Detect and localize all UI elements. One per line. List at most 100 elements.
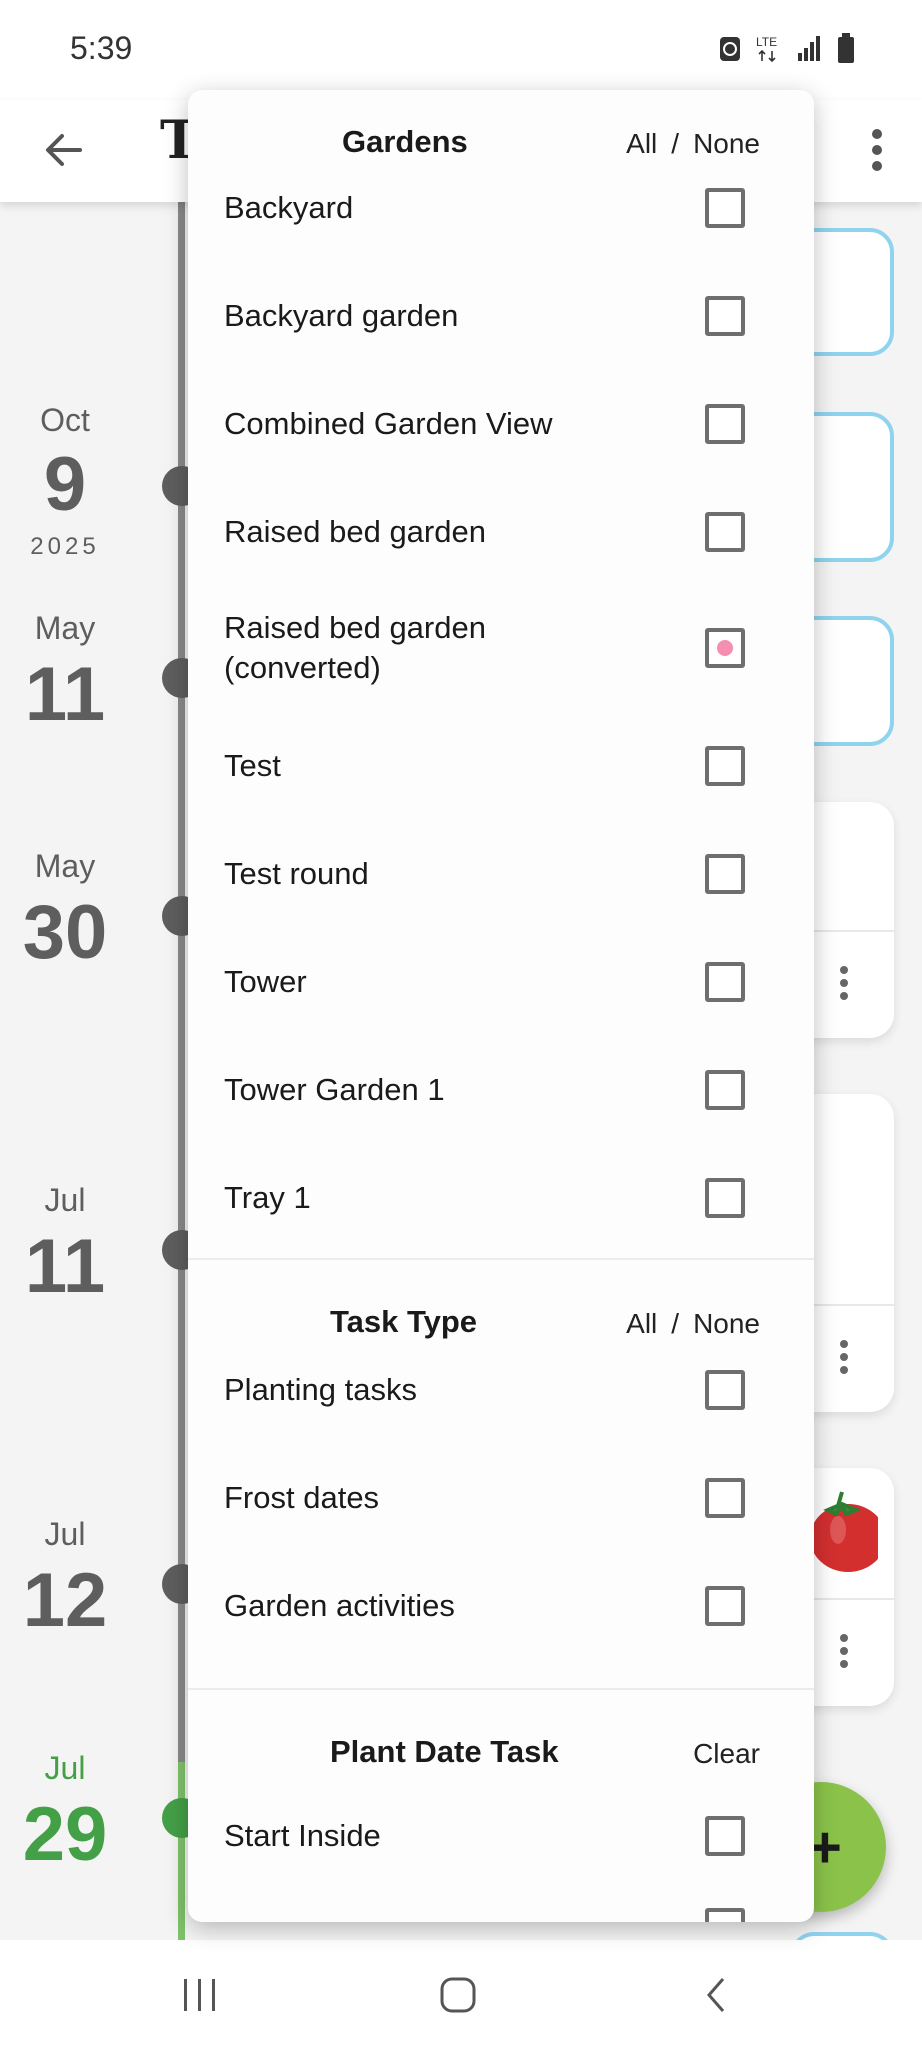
option-checkbox[interactable] [705,512,745,552]
task-type-option-garden-activities[interactable]: Garden activities [188,1556,814,1656]
timeline-date: Jul 11 [0,1182,130,1305]
option-label: Tower Garden 1 [224,1072,445,1107]
home-icon [440,1977,476,2013]
date-year: 2025 [30,533,100,560]
more-vert-icon [872,129,882,171]
option-checkbox[interactable] [705,404,745,444]
section-divider [188,1688,814,1690]
plant-date-task-header: Plant Date Task Clear [188,1718,814,1788]
option-label: Test round [224,856,369,891]
option-label: Combined Garden View [224,406,553,441]
system-back-button[interactable] [686,1970,746,2020]
recent-apps-button[interactable] [170,1970,230,2020]
option-label: Raised bed garden [224,514,486,549]
chevron-left-icon [707,1978,725,2012]
option-checkbox[interactable] [705,854,745,894]
card-more-icon[interactable] [834,966,854,1005]
gardens-title: Gardens [342,124,468,159]
option-label: Backyard garden [224,298,459,333]
date-month: Oct [40,402,90,438]
date-day: 11 [24,1224,106,1309]
signal-icon [798,36,820,61]
plant-date-task-title: Plant Date Task [330,1734,559,1769]
card-more-icon[interactable] [834,1340,854,1379]
date-month: May [34,848,96,884]
task-type-separator: / [671,1308,680,1339]
option-checkbox[interactable] [705,1586,745,1626]
timeline-date: Jul 12 [0,1516,130,1639]
garden-option-test-round[interactable]: Test round [188,824,814,924]
option-checkbox[interactable] [705,1178,745,1218]
section-divider [188,1258,814,1260]
task-type-none-button[interactable]: None [693,1308,760,1339]
date-day: 9 [43,442,87,527]
card-more-icon[interactable] [834,1634,854,1673]
option-label: Backyard [224,190,354,225]
arrow-back-icon [46,134,82,166]
garden-option-backyard-garden[interactable]: Backyard garden [188,266,814,366]
date-month: May [34,610,96,646]
back-button[interactable] [34,120,94,180]
tomato-icon [810,1491,878,1572]
task-type-title: Task Type [330,1304,478,1339]
gardens-all-button[interactable]: All [626,128,657,159]
garden-option-raised-bed-garden-converted[interactable]: Raised bed garden (converted) [188,590,814,710]
home-button[interactable] [428,1970,488,2020]
timeline-date-today: Jul 29 [0,1750,130,1873]
status-icons: LTE [718,32,856,64]
option-checkbox[interactable] [705,296,745,336]
option-checkbox[interactable] [705,962,745,1002]
task-type-option-frost-dates[interactable]: Frost dates [188,1448,814,1548]
status-time: 5:39 [70,30,133,66]
date-day: 12 [22,1558,108,1643]
date-month: Jul [44,1182,86,1218]
garden-option-tower[interactable]: Tower [188,932,814,1032]
date-day: 30 [22,890,108,975]
date-day: 11 [24,652,106,737]
lte-icon: LTE [756,35,777,63]
option-label: Garden activities [224,1588,455,1623]
date-month: Jul [44,1516,86,1552]
gardens-none-button[interactable]: None [693,128,760,159]
option-label-line2: (converted) [224,650,381,685]
garden-option-backyard[interactable]: Backyard [188,158,814,258]
battery-icon [838,33,854,63]
filter-dropdown: Gardens All / None Backyard Backyard garde… [188,90,814,1922]
timeline-date: May 30 [0,848,130,971]
gardens-actions: All / None [626,128,760,160]
lte-text: LTE [756,35,777,49]
option-checkbox[interactable] [705,1478,745,1518]
garden-option-tower-garden-1[interactable]: Tower Garden 1 [188,1040,814,1140]
garden-option-test[interactable]: Test [188,716,814,816]
option-label: Test [224,748,281,783]
plant-date-option-start-inside[interactable]: Start Inside [188,1786,814,1886]
date-month: Jul [44,1750,86,1786]
garden-option-raised-bed-garden[interactable]: Raised bed garden [188,482,814,582]
option-label: Planting tasks [224,1372,417,1407]
task-type-actions: All / None [626,1308,760,1340]
option-checkbox[interactable] [705,746,745,786]
system-nav-bar [0,1940,922,2048]
timeline-date: Oct 9 2025 [0,402,130,561]
more-options-button[interactable] [852,118,902,182]
option-label: Start Inside [224,1818,381,1853]
gardens-separator: / [671,128,680,159]
task-type-option-planting-tasks[interactable]: Planting tasks [188,1340,814,1440]
plant-date-task-clear-button[interactable]: Clear [693,1738,760,1770]
option-checkbox-partial[interactable] [705,628,745,668]
plant-date-option-partial[interactable] [188,1894,814,1922]
option-checkbox[interactable] [705,1908,745,1922]
data-saver-icon [720,37,740,61]
garden-option-combined-garden-view[interactable]: Combined Garden View [188,374,814,474]
timeline-line-current [178,1762,185,1942]
option-label: Tray 1 [224,1180,311,1215]
option-checkbox[interactable] [705,1816,745,1856]
recent-apps-icon [184,1979,215,2011]
option-checkbox[interactable] [705,188,745,228]
status-bar: 5:39 LTE [0,0,922,100]
option-label: Tower [224,964,307,999]
task-type-all-button[interactable]: All [626,1308,657,1339]
garden-option-tray-1[interactable]: Tray 1 [188,1148,814,1248]
option-checkbox[interactable] [705,1070,745,1110]
option-checkbox[interactable] [705,1370,745,1410]
